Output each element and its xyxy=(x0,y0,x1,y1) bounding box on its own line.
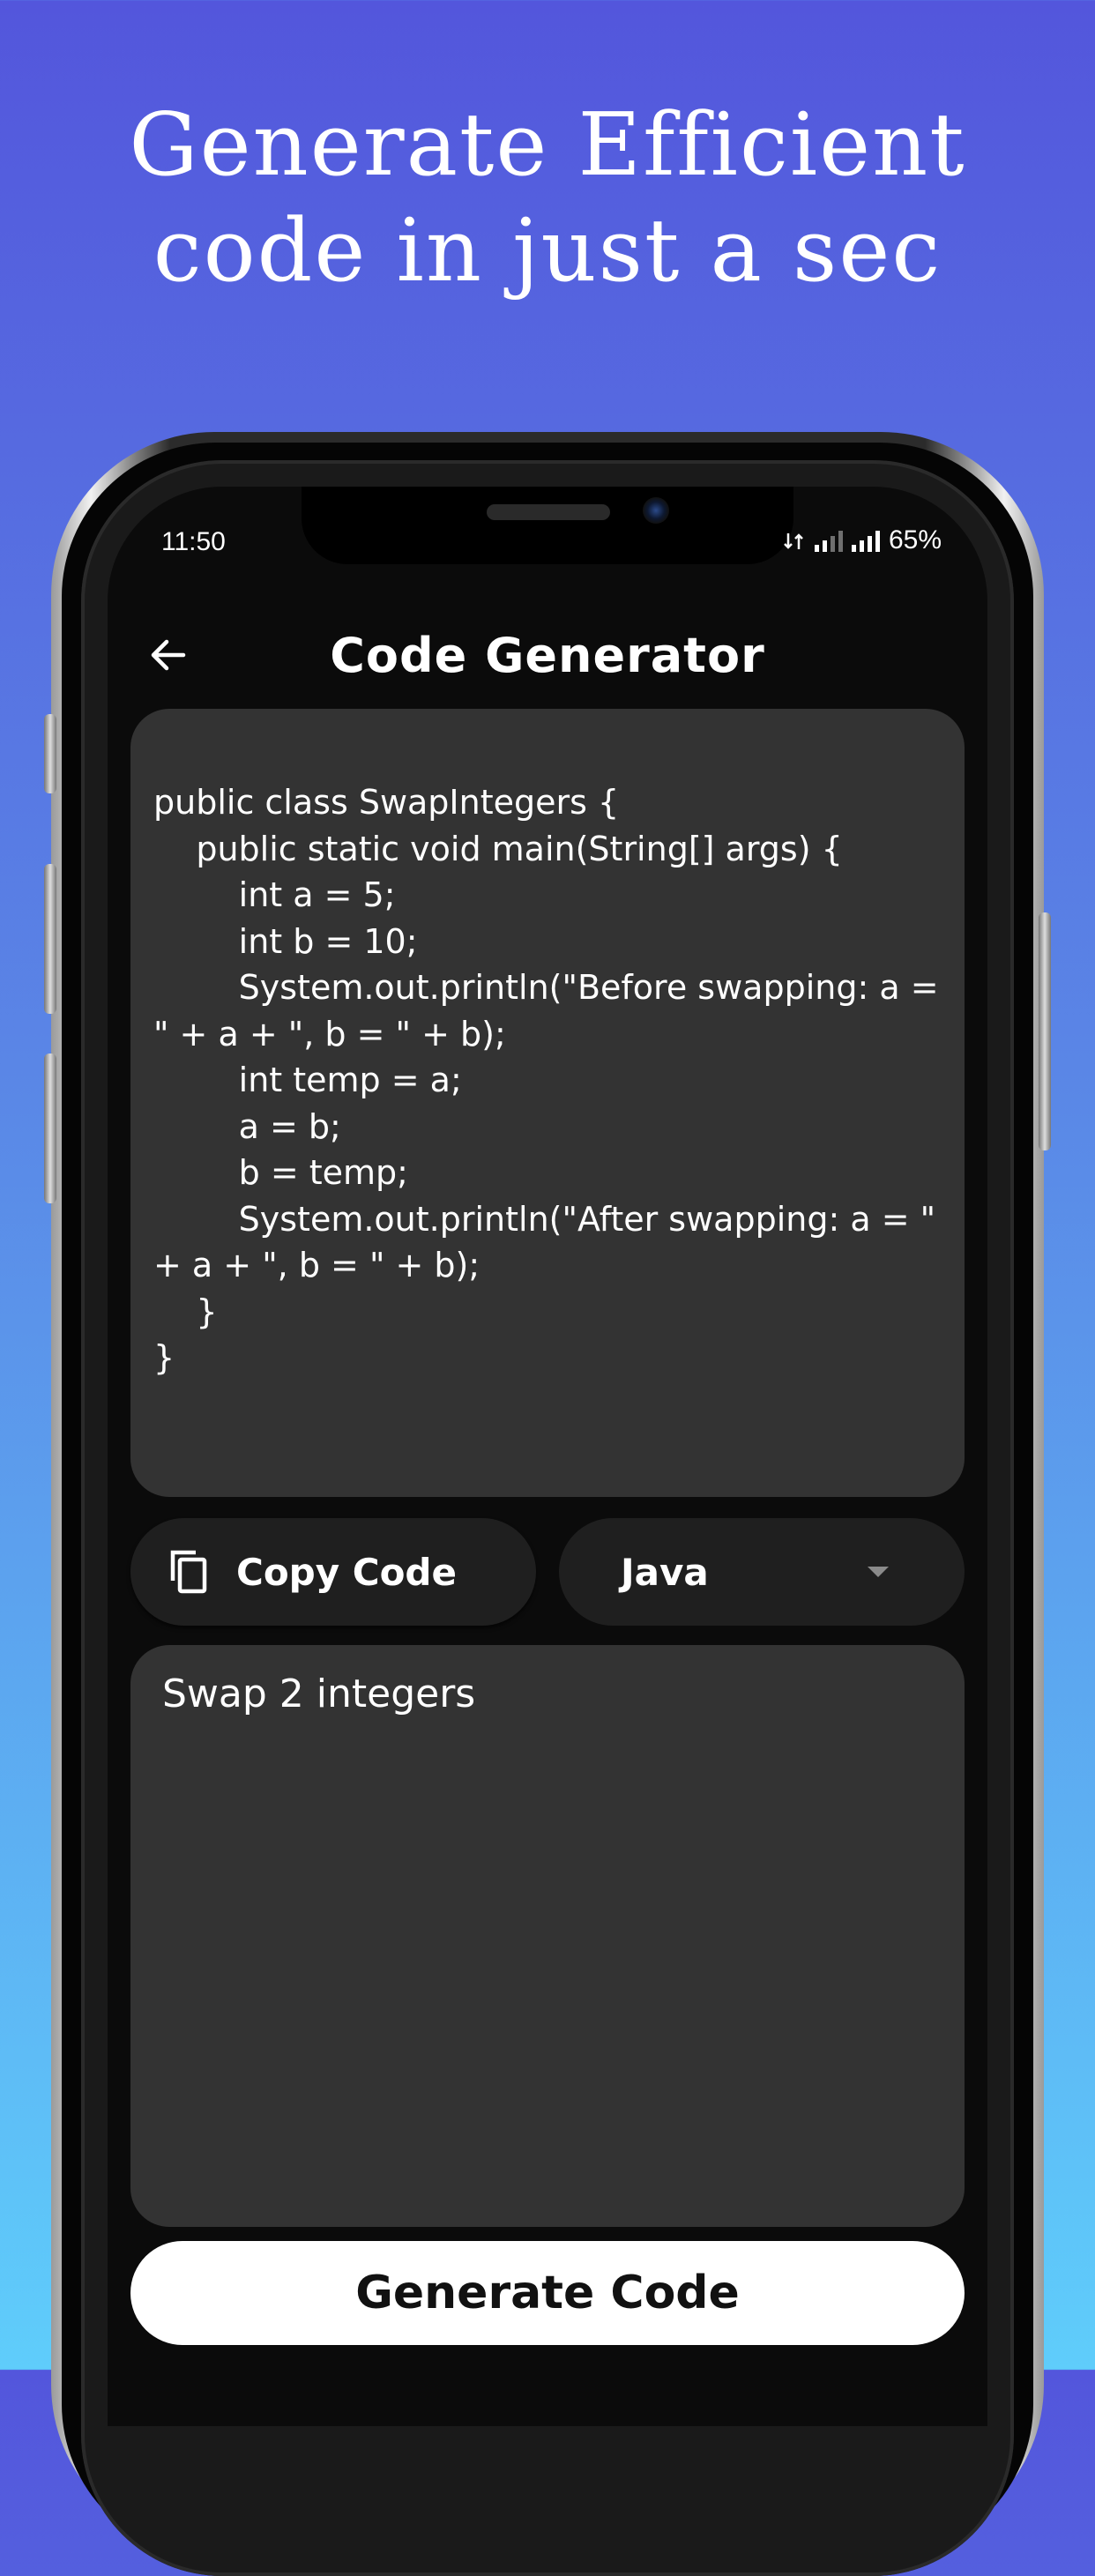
prompt-input-value: Swap 2 integers xyxy=(162,1671,476,1716)
language-dropdown[interactable]: Java xyxy=(559,1518,965,1626)
phone-notch xyxy=(302,487,793,564)
promo-headline-line-2: code in just a sec xyxy=(153,201,942,302)
code-output-panel[interactable]: public class SwapIntegers { public stati… xyxy=(130,709,965,1497)
copy-code-label: Copy Code xyxy=(236,1550,457,1594)
mobile-data-icon xyxy=(784,533,803,549)
caret-down-icon xyxy=(868,1567,889,1577)
signal-sim2-icon xyxy=(851,531,880,552)
status-icons: 65% xyxy=(783,525,942,555)
front-camera xyxy=(643,497,669,524)
phone-side-button xyxy=(44,1053,56,1203)
status-time: 11:50 xyxy=(161,527,226,556)
phone-side-button xyxy=(44,714,56,793)
generate-code-button[interactable]: Generate Code xyxy=(130,2241,965,2345)
signal-sim1-icon xyxy=(814,531,843,552)
app-bar: Code Generator xyxy=(108,601,987,707)
speaker-grille xyxy=(487,504,610,520)
battery-level: 65% xyxy=(888,525,942,555)
prompt-input[interactable]: Swap 2 integers xyxy=(130,1645,965,2227)
copy-code-button[interactable]: Copy Code xyxy=(130,1518,536,1626)
generated-code: public class SwapIntegers { public stati… xyxy=(153,783,939,1377)
page-title: Code Generator xyxy=(330,628,765,683)
phone-side-button xyxy=(1039,912,1051,1150)
promo-headline: Generate Efficient code in just a sec xyxy=(0,93,1095,304)
promo-headline-line-1: Generate Efficient xyxy=(129,95,966,196)
copy-icon xyxy=(170,1550,207,1594)
language-selected-value: Java xyxy=(621,1550,709,1594)
phone-side-button xyxy=(44,864,56,1014)
phone-screen: 11:50 65% Code Generator public class Sw… xyxy=(108,487,987,2426)
